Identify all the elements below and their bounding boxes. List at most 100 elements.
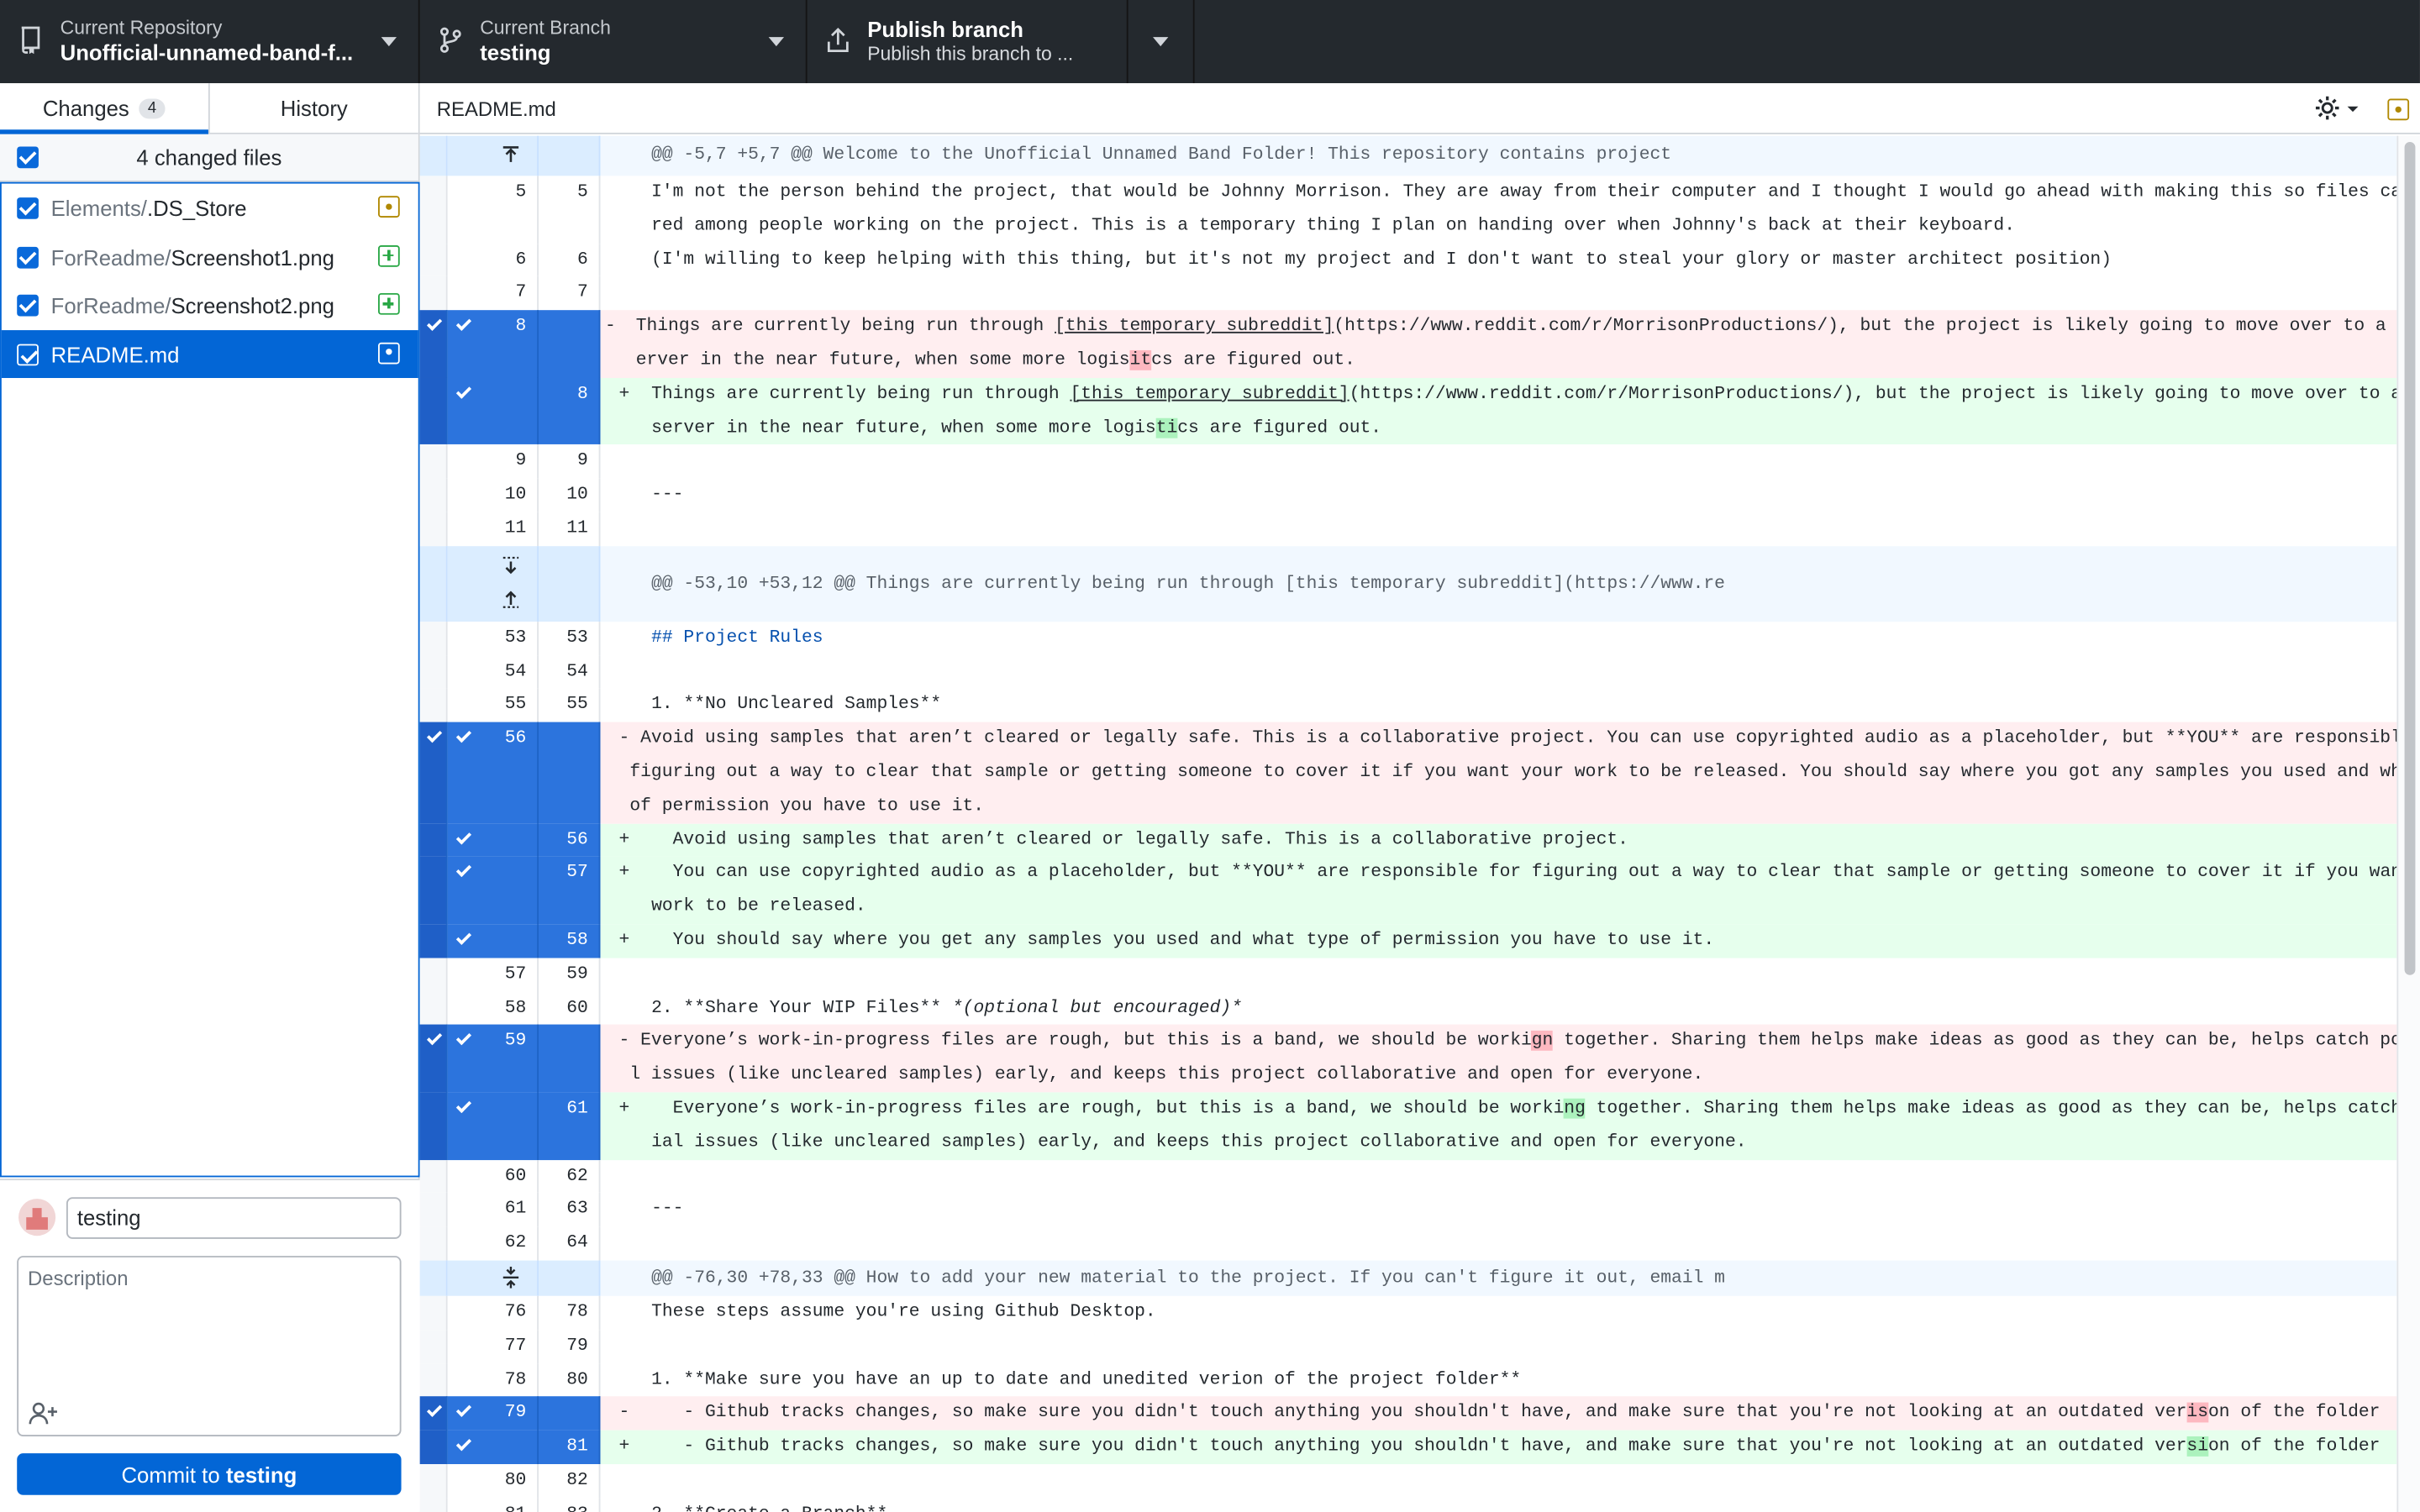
line-text: Things are currently being run through	[635, 316, 1055, 337]
line-text: - Github tracks changes, so make sure yo…	[651, 1436, 2187, 1457]
line-text: Avoid using samples that aren’t cleared …	[651, 829, 1628, 850]
current-branch-button[interactable]: Current Branch testing	[420, 0, 808, 84]
line-text: Avoid using samples that aren’t cleared …	[629, 728, 2397, 749]
new-line-number: 82	[539, 1464, 601, 1499]
publish-title: Publish branch	[867, 17, 1023, 42]
file-row-readme[interactable]: README.md	[1, 329, 418, 378]
new-line-number: 80	[539, 1362, 601, 1397]
file-name: Screenshot1.png	[171, 244, 334, 270]
changed-text: is	[2186, 1403, 2209, 1424]
line-text: 1. **Make sure you have an up to date an…	[651, 1369, 1522, 1390]
old-line-number: 10	[447, 478, 539, 512]
expand-icon[interactable]	[500, 1266, 522, 1289]
added-icon	[377, 244, 400, 266]
deleted-line[interactable]: 79 - - Github tracks changes, so make su…	[419, 1396, 2397, 1431]
diff-line: 77 79	[419, 1329, 2397, 1363]
file-checkbox[interactable]	[17, 343, 39, 365]
check-icon	[455, 828, 472, 844]
check-icon	[426, 316, 443, 332]
diff-panel: README.md @@ -5,7 +5,7 @@ Welcome to the…	[419, 83, 2420, 1512]
new-line-number	[539, 1025, 601, 1093]
diff-line: 55 55 1. **No Uncleared Samples**	[419, 688, 2397, 722]
file-row-screenshot2[interactable]: ForReadme/Screenshot2.png	[2, 281, 418, 329]
old-line-number: 60	[447, 1159, 539, 1194]
new-line-number: 8	[539, 377, 601, 445]
commit-button[interactable]: Commit to testing	[17, 1453, 402, 1495]
new-line-number: 79	[539, 1329, 601, 1363]
new-line-number: 61	[539, 1092, 601, 1160]
new-line-number: 58	[539, 924, 601, 958]
new-line-number	[539, 1396, 601, 1431]
check-icon	[455, 862, 472, 878]
deleted-line[interactable]: 8 - Things are currently being run throug…	[419, 310, 2397, 378]
added-line[interactable]: 57 + You can use copyrighted audio as a …	[419, 857, 2397, 925]
file-row-screenshot1[interactable]: ForReadme/Screenshot1.png	[2, 232, 418, 281]
old-line-number: 79	[504, 1403, 527, 1424]
add-coauthor-icon[interactable]	[28, 1401, 59, 1425]
commit-summary-input[interactable]: testing	[66, 1197, 402, 1239]
branch-icon	[439, 27, 461, 53]
added-line[interactable]: 8 + Things are currently being run throug…	[419, 377, 2397, 445]
changed-file-list: Elements/.DS_Store ForReadme/Screenshot1…	[0, 181, 420, 1178]
diff-line: 66 (I'm willing to keep helping with thi…	[419, 243, 2397, 277]
new-line-number: 53	[539, 621, 601, 655]
publish-dropdown-button[interactable]	[1128, 0, 1195, 84]
deleted-line[interactable]: 59 - Everyone’s work-in-progress files a…	[419, 1025, 2397, 1093]
tab-history[interactable]: History	[208, 83, 418, 133]
check-icon	[426, 1402, 443, 1418]
modified-icon	[377, 196, 400, 218]
select-all-checkbox[interactable]	[17, 146, 39, 169]
file-name: Screenshot2.png	[171, 292, 334, 318]
line-text: cs are figured out.	[1151, 349, 1355, 370]
line-text: red among people working on the project.…	[651, 215, 2015, 236]
hunk-text: @@ -76,30 +78,33 @@ How to add your new …	[651, 1268, 1725, 1289]
sidebar: Changes 4 History 4 changed files Elemen…	[0, 83, 420, 1512]
expand-down-icon[interactable]	[500, 555, 522, 577]
expand-up-icon[interactable]	[500, 587, 522, 609]
added-line[interactable]: 58 + You should say where you get any sa…	[419, 924, 2397, 958]
diff-line: 78 80 1. **Make sure you have an up to da…	[419, 1362, 2397, 1397]
line-text: Everyone’s work-in-progress files are ro…	[651, 1098, 1565, 1119]
new-line-number: 57	[539, 857, 601, 925]
added-line[interactable]: 56 + Avoid using samples that aren’t cle…	[419, 823, 2397, 858]
scrollbar-thumb[interactable]	[2404, 141, 2416, 975]
deleted-line[interactable]: 56 - Avoid using samples that aren’t cle…	[419, 722, 2397, 824]
current-repository-button[interactable]: Current Repository Unofficial-unnamed-ba…	[0, 0, 420, 84]
commit-description-field[interactable]: Description	[17, 1256, 402, 1436]
diff-line: 58 60 2. **Share Your WIP Files** *(optio…	[419, 991, 2397, 1026]
old-line-number: 81	[447, 1498, 539, 1512]
file-checkbox[interactable]	[17, 197, 39, 219]
publish-branch-button[interactable]: Publish branch Publish this branch to ..…	[808, 0, 1128, 84]
file-checkbox[interactable]	[17, 245, 39, 268]
file-name: README.md	[50, 341, 180, 367]
added-line[interactable]: 81 + - Github tracks changes, so make su…	[419, 1430, 2397, 1464]
publish-subtitle: Publish this branch to ...	[867, 43, 1074, 66]
file-row-ds-store[interactable]: Elements/.DS_Store	[2, 184, 418, 233]
diff-line: 57 59	[419, 958, 2397, 992]
chevron-down-icon	[768, 37, 785, 47]
new-line-number: 54	[539, 654, 601, 689]
repo-icon	[21, 26, 40, 55]
line-text: cs are figured out.	[1177, 417, 1382, 438]
new-line-number: 60	[539, 991, 601, 1026]
diff-line: 55 I'm not the person behind the project…	[419, 176, 2396, 244]
line-text: (https://www.reddit.com/r/MorrisonProduc…	[1349, 383, 2397, 404]
diff-line: 54 54	[419, 654, 2397, 689]
added-line[interactable]: 61 + Everyone’s work-in-progress files a…	[419, 1092, 2397, 1160]
line-text: 2. **Create a Branch**	[651, 1504, 887, 1512]
check-icon	[455, 727, 472, 743]
new-line-number: 5	[539, 176, 601, 244]
line-text: (https://www.reddit.com/r/MorrisonProduc…	[1334, 316, 2397, 337]
diff-line: 76 78 These steps assume you're using Git…	[419, 1295, 2397, 1330]
diff-scrollbar[interactable]	[2396, 135, 2420, 1512]
check-icon	[426, 1030, 443, 1046]
gear-icon[interactable]	[2315, 94, 2359, 122]
file-checkbox[interactable]	[17, 294, 39, 317]
tab-changes-label: Changes	[42, 95, 129, 121]
expand-up-icon[interactable]	[500, 145, 522, 167]
old-line-number: 62	[447, 1226, 539, 1261]
tab-changes[interactable]: Changes 4	[0, 83, 208, 134]
chevron-down-icon	[381, 37, 397, 47]
changed-files-count: 4 changed files	[136, 144, 282, 171]
line-text: figuring out a way to clear that sample …	[629, 762, 2397, 783]
